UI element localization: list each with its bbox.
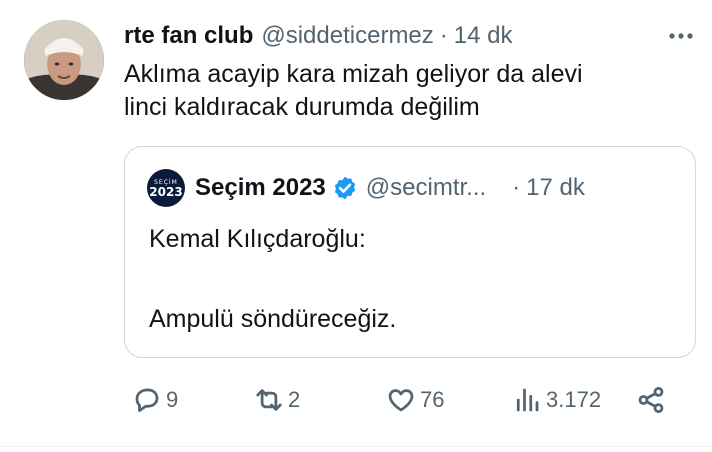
like-count: 76: [420, 387, 445, 412]
views-button[interactable]: 3.172: [512, 380, 601, 420]
views-icon: [516, 388, 539, 412]
tweet-text: Aklıma acayip kara mizah geliyor da alev…: [124, 60, 583, 121]
quoted-tweet-text: Kemal Kılıçdaroğlu: Ampulü söndüreceğiz.: [149, 225, 397, 333]
quoted-avatar[interactable]: SEÇİM 2023: [147, 169, 185, 207]
more-icon: [669, 33, 693, 39]
reply-icon: [135, 388, 159, 412]
views-count: 3.172: [546, 387, 602, 412]
more-options-button[interactable]: [666, 24, 696, 48]
like-button[interactable]: 76: [386, 380, 444, 420]
share-icon: [638, 387, 664, 413]
separator: ·: [439, 22, 448, 49]
quoted-display-name[interactable]: Seçim 2023: [195, 174, 326, 202]
quoted-tweet[interactable]: SEÇİM 2023 Seçim 2023 @secimtr... · 17 d…: [124, 146, 696, 358]
user-handle[interactable]: @siddeticermez: [261, 22, 433, 50]
avatar-photo: [24, 20, 104, 100]
bottom-divider: [0, 446, 712, 447]
verified-badge-icon: [334, 176, 355, 200]
retweet-icon: [256, 389, 282, 411]
action-bar: 9 2 76 3.172: [124, 380, 684, 420]
reply-button[interactable]: 9: [132, 380, 178, 420]
quoted-user-handle[interactable]: @secimtr...: [366, 174, 486, 202]
display-name[interactable]: rte fan club: [124, 22, 253, 50]
share-button[interactable]: [636, 380, 666, 420]
quoted-avatar-year: 2023: [149, 184, 183, 199]
quoted-tweet-header: SEÇİM 2023 Seçim 2023 @secimtr... · 17 d…: [147, 169, 585, 207]
heart-icon: [388, 389, 414, 412]
tweet-header: rte fan club @siddeticermez · 14 dk: [124, 18, 513, 54]
quoted-tweet-time[interactable]: 17 dk: [526, 174, 585, 202]
tweet[interactable]: rte fan club @siddeticermez · 14 dk Aklı…: [0, 0, 712, 452]
retweet-count: 2: [288, 387, 301, 412]
quoted-separator: ·: [512, 174, 521, 201]
avatar[interactable]: [24, 20, 104, 100]
retweet-button[interactable]: 2: [254, 380, 300, 420]
reply-count: 9: [166, 387, 179, 412]
tweet-time[interactable]: 14 dk: [454, 22, 513, 50]
